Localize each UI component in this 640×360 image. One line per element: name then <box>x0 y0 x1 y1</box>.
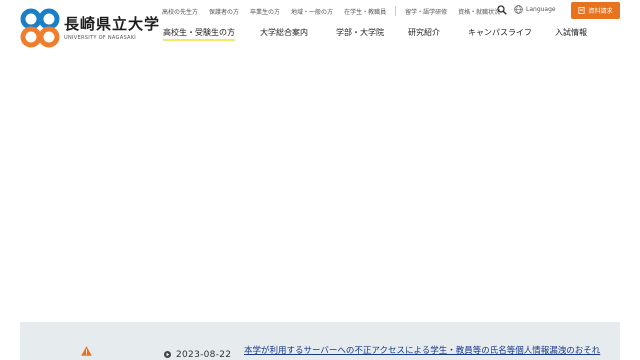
university-logo[interactable]: 長崎県立大学 UNIVERSITY OF NAGASAKI <box>20 8 159 48</box>
nav-item-research[interactable]: 研究紹介 <box>408 27 440 38</box>
utility-divider <box>395 6 397 16</box>
warning-icon <box>81 346 92 356</box>
utility-link-parents[interactable]: 保護者の方 <box>209 7 239 16</box>
logo-mark-icon <box>20 8 60 48</box>
nav-item-faculties[interactable]: 学部・大学院 <box>336 27 384 38</box>
important-notice-bar: 2023-08-22 本学が利用するサーバーへの不正アクセスによる学生・教員等の… <box>20 322 620 360</box>
utility-link-students-staff[interactable]: 在学生・教職員 <box>344 7 386 16</box>
site-header: 長崎県立大学 UNIVERSITY OF NAGASAKI 高校の先生方 保護者… <box>0 0 640 50</box>
utility-link-careers[interactable]: 資格・就職状況 <box>458 7 500 16</box>
search-icon[interactable] <box>497 5 507 15</box>
nav-item-campus-life[interactable]: キャンパスライフ <box>468 27 532 38</box>
utility-link-teachers[interactable]: 高校の先生方 <box>162 7 198 16</box>
request-materials-button[interactable]: 資料請求 <box>571 2 620 19</box>
utility-nav: 高校の先生方 保護者の方 卒業生の方 地域・一般の方 在学生・教職員 留学・語学… <box>162 6 511 16</box>
document-icon <box>578 7 586 14</box>
logo-title: 長崎県立大学 <box>64 15 161 33</box>
notice-date: 2023-08-22 <box>176 350 232 360</box>
language-label: Language <box>526 6 556 13</box>
main-nav: 高校生・受験生の方 大学総合案内 学部・大学院 研究紹介 キャンパスライフ 入試… <box>157 27 627 43</box>
globe-icon <box>514 5 523 14</box>
nav-item-prospective-students[interactable]: 高校生・受験生の方 <box>163 27 235 41</box>
notice-link[interactable]: 本学が利用するサーバーへの不正アクセスによる学生・教員等の氏名等個人情報漏洩のお… <box>244 344 606 356</box>
nav-item-admissions[interactable]: 入試情報 <box>555 27 587 38</box>
play-circle-icon <box>164 351 171 358</box>
logo-subtitle: UNIVERSITY OF NAGASAKI <box>64 35 137 41</box>
utility-link-alumni[interactable]: 卒業生の方 <box>250 7 280 16</box>
language-switch[interactable]: Language <box>514 5 556 14</box>
nav-item-university-guide[interactable]: 大学総合案内 <box>260 27 308 38</box>
utility-link-study-abroad[interactable]: 留学・語学研修 <box>405 7 447 16</box>
request-button-label: 資料請求 <box>588 8 613 15</box>
utility-link-community[interactable]: 地域・一般の方 <box>291 7 333 16</box>
